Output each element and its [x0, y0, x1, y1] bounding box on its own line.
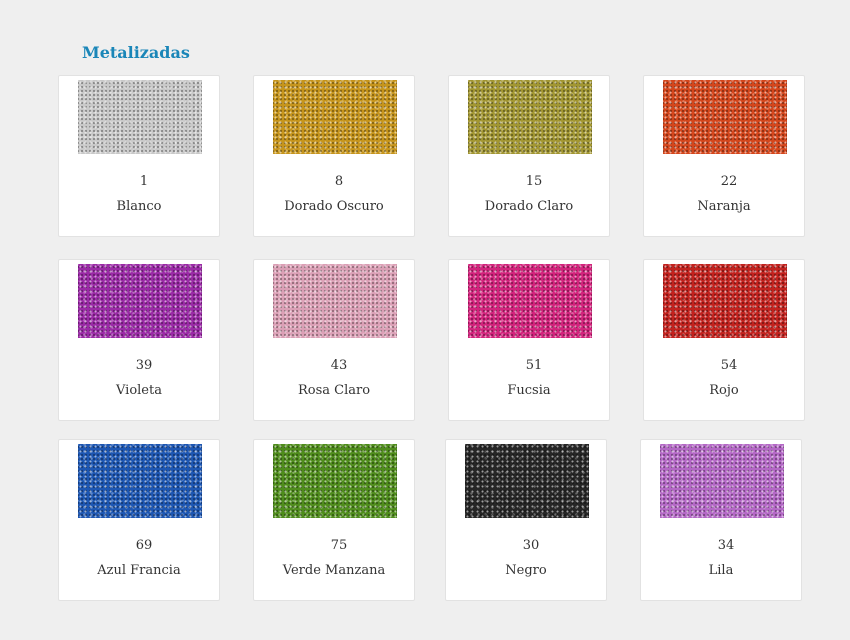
color-code: 75 — [330, 538, 348, 553]
color-swatch — [663, 264, 787, 338]
color-name: Rojo — [709, 383, 739, 398]
color-card[interactable]: 39 Violeta — [58, 259, 220, 421]
color-code: 34 — [717, 538, 735, 553]
color-name: Dorado Oscuro — [284, 199, 384, 214]
color-card[interactable]: 22 Naranja — [643, 75, 805, 237]
color-name: Negro — [505, 563, 547, 578]
color-card[interactable]: 8 Dorado Oscuro — [253, 75, 415, 237]
color-code: 1 — [139, 174, 149, 189]
color-swatch — [78, 444, 202, 518]
color-card[interactable]: 15 Dorado Claro — [448, 75, 610, 237]
color-code: 30 — [522, 538, 540, 553]
color-code: 15 — [525, 174, 543, 189]
color-swatch — [78, 80, 202, 154]
color-swatch — [78, 264, 202, 338]
color-card[interactable]: 30 Negro — [445, 439, 607, 601]
color-code: 54 — [720, 358, 738, 373]
color-card[interactable]: 75 Verde Manzana — [253, 439, 415, 601]
color-code: 51 — [525, 358, 543, 373]
color-code: 39 — [135, 358, 153, 373]
color-name: Fucsia — [507, 383, 551, 398]
color-card[interactable]: 43 Rosa Claro — [253, 259, 415, 421]
color-name: Naranja — [697, 199, 751, 214]
color-swatch — [468, 264, 592, 338]
color-card[interactable]: 54 Rojo — [643, 259, 805, 421]
color-name: Blanco — [116, 199, 162, 214]
color-card[interactable]: 1 Blanco — [58, 75, 220, 237]
color-code: 8 — [334, 174, 344, 189]
color-card[interactable]: 69 Azul Francia — [58, 439, 220, 601]
color-code: 43 — [330, 358, 348, 373]
color-swatch — [273, 444, 397, 518]
color-swatch — [468, 80, 592, 154]
color-swatch — [465, 444, 589, 518]
color-swatch — [273, 264, 397, 338]
color-card[interactable]: 51 Fucsia — [448, 259, 610, 421]
color-name: Azul Francia — [97, 563, 181, 578]
color-code: 22 — [720, 174, 738, 189]
color-swatch — [273, 80, 397, 154]
color-code: 69 — [135, 538, 153, 553]
color-name: Rosa Claro — [297, 383, 371, 398]
color-name: Verde Manzana — [282, 563, 386, 578]
color-name: Dorado Claro — [484, 199, 574, 214]
section-title: Metalizadas — [82, 43, 190, 62]
color-swatch — [663, 80, 787, 154]
color-card[interactable]: 34 Lila — [640, 439, 802, 601]
color-name: Lila — [708, 563, 734, 578]
color-swatch — [660, 444, 784, 518]
color-name: Violeta — [116, 383, 162, 398]
